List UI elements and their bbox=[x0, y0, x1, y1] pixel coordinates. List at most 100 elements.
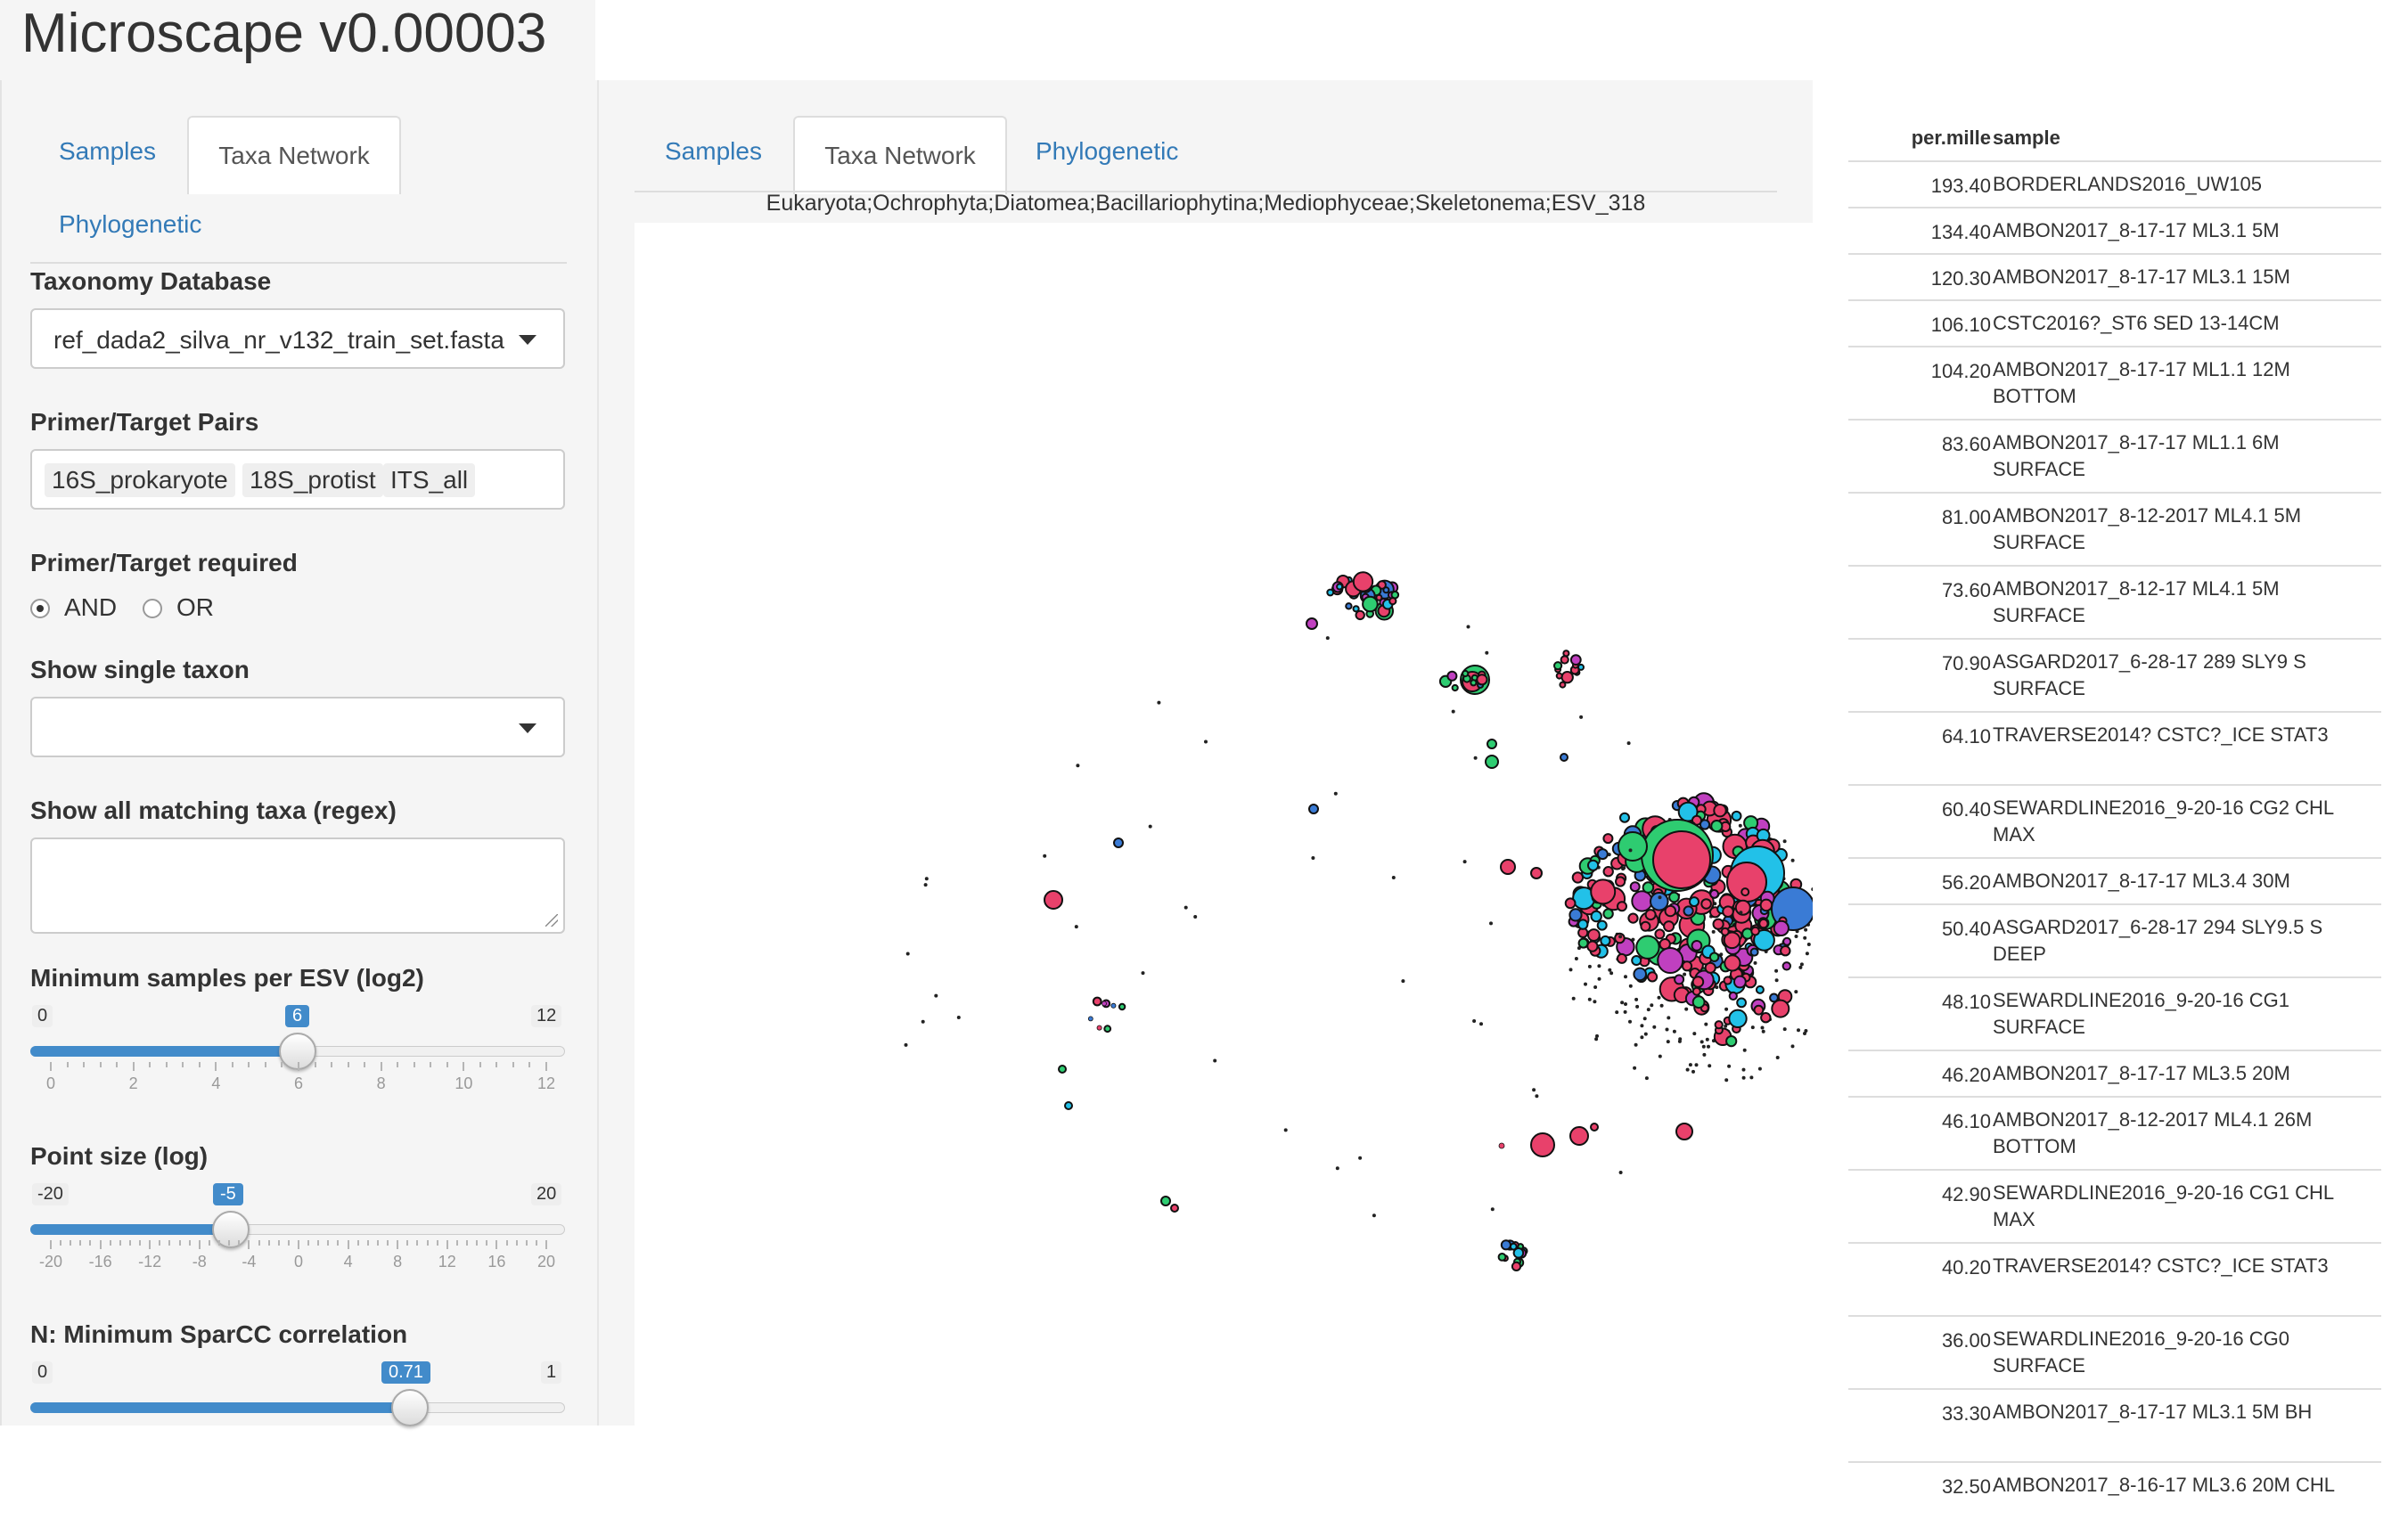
network-node[interactable] bbox=[1728, 1009, 1748, 1028]
network-node[interactable] bbox=[1757, 1066, 1762, 1071]
network-node[interactable] bbox=[1753, 1004, 1765, 1016]
network-node[interactable] bbox=[1466, 625, 1470, 629]
network-node[interactable] bbox=[1157, 700, 1161, 705]
network-node[interactable] bbox=[1724, 954, 1741, 972]
network-node[interactable] bbox=[1652, 1025, 1657, 1029]
network-node[interactable] bbox=[1699, 819, 1711, 830]
network-node[interactable] bbox=[1352, 571, 1374, 592]
table-row[interactable]: 83.60 AMBON2017_8-17-17 ML1.1 6M SURFACE bbox=[1848, 419, 2381, 494]
network-node[interactable] bbox=[1797, 1028, 1800, 1033]
network-node[interactable] bbox=[1741, 1067, 1746, 1072]
network-node[interactable] bbox=[1640, 920, 1651, 932]
network-node[interactable] bbox=[1775, 1056, 1780, 1059]
network-node[interactable] bbox=[1590, 1123, 1599, 1132]
network-node[interactable] bbox=[1723, 976, 1732, 985]
radio-and[interactable] bbox=[30, 599, 50, 618]
network-node[interactable] bbox=[1574, 957, 1578, 960]
network-node[interactable] bbox=[1750, 926, 1760, 936]
col-header-per-mille[interactable]: per.mille bbox=[1848, 127, 1991, 150]
network-node[interactable] bbox=[1803, 935, 1807, 940]
network-node[interactable] bbox=[1642, 881, 1655, 894]
network-node[interactable] bbox=[1624, 1002, 1627, 1006]
network-node[interactable] bbox=[1462, 669, 1470, 678]
network-node[interactable] bbox=[1628, 1019, 1632, 1024]
network-node[interactable] bbox=[1388, 597, 1397, 606]
network-node[interactable] bbox=[1586, 940, 1599, 952]
network-node[interactable] bbox=[1700, 898, 1712, 910]
network-node[interactable] bbox=[1731, 810, 1742, 821]
network-node[interactable] bbox=[1741, 1075, 1746, 1080]
network-node[interactable] bbox=[1666, 1040, 1670, 1044]
network-node[interactable] bbox=[1587, 964, 1592, 968]
network-node[interactable] bbox=[1489, 921, 1493, 926]
network-node[interactable] bbox=[1790, 858, 1795, 862]
network-node[interactable] bbox=[1668, 891, 1680, 903]
network-node[interactable] bbox=[1043, 854, 1047, 858]
network-node[interactable] bbox=[1739, 911, 1743, 915]
network-node[interactable] bbox=[1790, 1044, 1795, 1049]
network-node[interactable] bbox=[1652, 830, 1711, 889]
table-row[interactable]: 120.30 AMBON2017_8-17-17 ML3.1 15M bbox=[1848, 253, 2381, 301]
network-node[interactable] bbox=[1799, 962, 1804, 967]
network-node[interactable] bbox=[1564, 897, 1577, 910]
table-row[interactable]: 60.40 SEWARDLINE2016_9-20-16 CG2 CHL MAX bbox=[1848, 784, 2381, 859]
network-node[interactable] bbox=[1479, 1022, 1483, 1026]
network-node[interactable] bbox=[1568, 968, 1573, 972]
table-row[interactable]: 42.90 SEWARDLINE2016_9-20-16 CG1 CHL MAX bbox=[1848, 1169, 2381, 1244]
network-node[interactable] bbox=[1631, 890, 1653, 912]
network-node[interactable] bbox=[1720, 927, 1730, 936]
network-node[interactable] bbox=[1794, 990, 1798, 994]
network-node[interactable] bbox=[1096, 1025, 1102, 1031]
table-row[interactable]: 64.10 TRAVERSE2014? CSTC?_ICE STAT3 bbox=[1848, 711, 2381, 786]
network-node[interactable] bbox=[1532, 1088, 1536, 1092]
table-row[interactable]: 134.40 AMBON2017_8-17-17 ML3.1 5M bbox=[1848, 207, 2381, 255]
network-node[interactable] bbox=[1684, 1007, 1689, 1011]
network-node[interactable] bbox=[1758, 918, 1769, 929]
table-row[interactable]: 36.00 SEWARDLINE2016_9-20-16 CG0 SURFACE bbox=[1848, 1315, 2381, 1390]
network-node[interactable] bbox=[1092, 996, 1102, 1007]
network-node[interactable] bbox=[1213, 1058, 1217, 1063]
network-node[interactable] bbox=[1761, 1029, 1765, 1034]
network-node[interactable] bbox=[1559, 681, 1567, 689]
network-node[interactable] bbox=[1497, 1253, 1507, 1262]
network-node[interactable] bbox=[1742, 1048, 1747, 1052]
network-node[interactable] bbox=[924, 877, 929, 881]
table-row[interactable]: 32.50 AMBON2017_8-16-17 ML3.6 20M CHL bbox=[1848, 1461, 2381, 1536]
network-node[interactable] bbox=[1562, 650, 1570, 658]
network-node[interactable] bbox=[1624, 975, 1627, 979]
network-node[interactable] bbox=[1579, 715, 1584, 719]
network-node[interactable] bbox=[1618, 1171, 1623, 1174]
table-row[interactable]: 104.20 AMBON2017_8-17-17 ML1.1 12M BOTTOM bbox=[1848, 346, 2381, 421]
network-node[interactable] bbox=[1749, 947, 1759, 957]
network-node[interactable] bbox=[1657, 947, 1684, 974]
network-node[interactable] bbox=[1560, 753, 1568, 762]
network-node[interactable] bbox=[1711, 929, 1716, 934]
network-node[interactable] bbox=[1335, 1166, 1339, 1171]
sidebar-tab-taxa-network[interactable]: Taxa Network bbox=[187, 116, 401, 194]
network-node[interactable] bbox=[1627, 912, 1639, 924]
network-node[interactable] bbox=[1560, 655, 1569, 665]
network-node[interactable] bbox=[1712, 918, 1724, 930]
network-node[interactable] bbox=[1577, 919, 1589, 930]
network-node[interactable] bbox=[1118, 1002, 1126, 1011]
network-node[interactable] bbox=[1760, 1025, 1765, 1030]
table-row[interactable]: 73.60 AMBON2017_8-12-17 ML4.1 5M SURFACE bbox=[1848, 565, 2381, 640]
network-node[interactable] bbox=[1705, 1037, 1709, 1042]
network-node[interactable] bbox=[1708, 1064, 1712, 1068]
network-node[interactable] bbox=[1724, 1007, 1729, 1011]
network-node[interactable] bbox=[1472, 1019, 1477, 1023]
network-node[interactable] bbox=[1683, 905, 1694, 917]
network-node[interactable] bbox=[1658, 895, 1662, 900]
network-node[interactable] bbox=[1593, 1000, 1597, 1004]
network-node[interactable] bbox=[1530, 867, 1543, 879]
network-node[interactable] bbox=[1618, 831, 1648, 862]
network-node[interactable] bbox=[1618, 935, 1623, 939]
network-node[interactable] bbox=[1708, 952, 1720, 962]
network-node[interactable] bbox=[1602, 866, 1614, 878]
table-row[interactable]: 70.90 ASGARD2017_6-28-17 289 SLY9 S SURFA… bbox=[1848, 638, 2381, 713]
network-node[interactable] bbox=[1355, 609, 1365, 621]
network-node[interactable] bbox=[1470, 679, 1478, 687]
network-node[interactable] bbox=[1794, 935, 1798, 938]
network-node[interactable] bbox=[956, 1016, 961, 1019]
network-node[interactable] bbox=[1571, 996, 1576, 1001]
